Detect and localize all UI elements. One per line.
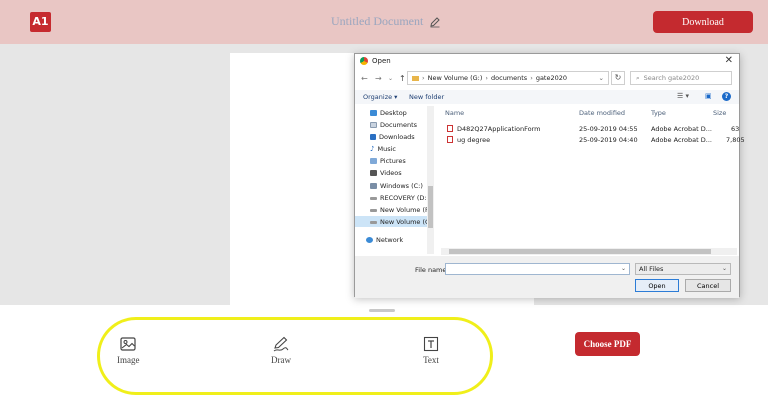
download-button[interactable]: Download <box>653 11 753 33</box>
nav-item-music[interactable]: ♪ Music <box>370 145 396 153</box>
chrome-icon <box>360 57 368 65</box>
file-list-horizontal-scrollbar[interactable] <box>441 248 737 255</box>
nav-item-downloads[interactable]: Downloads <box>370 133 415 141</box>
nav-item-network[interactable]: Network <box>366 236 403 244</box>
cancel-button[interactable]: Cancel <box>685 279 731 292</box>
file-list: Name Date modified Type Size D482Q27Appl… <box>439 106 745 256</box>
file-name: ug degree <box>457 136 491 144</box>
new-folder-button[interactable]: New folder <box>409 93 444 101</box>
open-button[interactable]: Open <box>635 279 679 292</box>
file-type: Adobe Acrobat D... <box>651 136 712 144</box>
address-bar[interactable]: › New Volume (G:) › documents › gate2020… <box>407 71 609 85</box>
file-size: 7,805 <box>726 136 745 144</box>
panel-drag-handle[interactable] <box>369 309 395 312</box>
up-arrow-icon[interactable]: ↑ <box>399 74 406 83</box>
file-size: 63 <box>731 125 740 133</box>
file-row[interactable]: D482Q27ApplicationForm 25-09-2019 04:55 … <box>439 124 739 135</box>
column-header-name[interactable]: Name <box>445 109 464 117</box>
breadcrumb-gate2020[interactable]: gate2020 <box>536 74 567 82</box>
breadcrumb-documents[interactable]: documents <box>491 74 527 82</box>
preview-pane-icon[interactable]: ▣ <box>705 92 712 100</box>
refresh-icon[interactable]: ↻ <box>611 71 625 85</box>
music-icon: ♪ <box>370 145 375 153</box>
recent-chevron-icon[interactable]: ⌄ <box>388 75 393 82</box>
chevron-down-icon[interactable]: ⌄ <box>621 265 626 272</box>
search-input[interactable]: ⌕ Search gate2020 <box>630 71 732 85</box>
nav-item-new-volume-f[interactable]: New Volume (F:) <box>370 206 433 214</box>
forward-arrow-icon[interactable]: → <box>375 74 382 83</box>
chevron-down-icon[interactable]: ⌄ <box>722 265 727 272</box>
help-icon[interactable]: ? <box>722 92 731 101</box>
nav-item-new-volume-g[interactable]: New Volume (G: <box>370 218 432 226</box>
drive-icon <box>370 208 377 212</box>
file-name-input[interactable]: ⌄ <box>445 263 630 275</box>
documents-icon <box>370 122 377 128</box>
choose-pdf-button[interactable]: Choose PDF <box>575 332 640 356</box>
file-row[interactable]: ug degree 25-09-2019 04:40 Adobe Acrobat… <box>439 135 745 146</box>
search-placeholder: Search gate2020 <box>643 74 700 82</box>
search-icon: ⌕ <box>636 73 640 82</box>
nav-item-desktop[interactable]: Desktop <box>370 109 407 117</box>
scrollbar-thumb[interactable] <box>428 186 433 228</box>
scrollbar-thumb[interactable] <box>449 249 711 254</box>
nav-item-windows-c[interactable]: Windows (C:) <box>370 182 423 190</box>
document-title[interactable]: Untitled Document <box>331 14 423 29</box>
navigation-pane: Desktop Documents Downloads ♪ Music Pict… <box>355 106 435 254</box>
column-header-date[interactable]: Date modified <box>579 109 625 117</box>
organize-menu[interactable]: Organize ▾ <box>363 93 397 101</box>
nav-item-documents[interactable]: Documents <box>370 121 417 129</box>
file-name-label: File name: <box>415 266 449 274</box>
videos-icon <box>370 170 377 176</box>
file-name: D482Q27ApplicationForm <box>457 125 541 133</box>
back-arrow-icon[interactable]: ← <box>361 74 368 83</box>
column-header-type[interactable]: Type <box>651 109 666 117</box>
dialog-footer: File name: ⌄ All Files ⌄ Open Cancel <box>355 256 739 298</box>
navigation-scrollbar[interactable] <box>427 106 434 254</box>
file-type-filter-value: All Files <box>639 265 664 273</box>
breadcrumb-drive[interactable]: New Volume (G:) <box>428 74 483 82</box>
drive-icon <box>370 220 377 224</box>
column-header-size[interactable]: Size <box>713 109 726 117</box>
pdf-file-icon <box>447 136 453 143</box>
dialog-navigation-bar: ← → ⌄ ↑ › New Volume (G:) › documents › … <box>355 71 739 87</box>
pictures-icon <box>370 158 377 164</box>
nav-item-pictures[interactable]: Pictures <box>370 157 406 165</box>
edit-pencil-icon[interactable] <box>429 16 441 28</box>
tools-panel: Image Draw Text Choose PDF <box>0 305 768 402</box>
app-header: A1 Untitled Document Download <box>0 0 768 44</box>
drive-icon <box>370 183 377 189</box>
file-date: 25-09-2019 04:40 <box>579 136 638 144</box>
nav-item-recovery-d[interactable]: RECOVERY (D:) <box>370 194 429 202</box>
file-date: 25-09-2019 04:55 <box>579 125 638 133</box>
open-file-dialog: Open ✕ ← → ⌄ ↑ › New Volume (G:) › docum… <box>354 53 745 298</box>
app-logo[interactable]: A1 <box>30 12 51 32</box>
dialog-toolbar: Organize ▾ New folder ☰ ▾ ▣ ? <box>355 90 739 104</box>
drive-icon <box>370 196 377 200</box>
nav-item-videos[interactable]: Videos <box>370 169 402 177</box>
address-dropdown-icon[interactable]: ⌄ <box>599 74 604 82</box>
view-options-icon[interactable]: ☰ ▾ <box>677 92 689 100</box>
downloads-icon <box>370 134 376 140</box>
network-icon <box>366 237 373 243</box>
desktop-icon <box>370 110 377 116</box>
dialog-title: Open <box>372 57 391 65</box>
tools-highlight-annotation <box>97 317 493 395</box>
pdf-file-icon <box>447 125 453 132</box>
close-icon[interactable]: ✕ <box>725 55 733 66</box>
file-type-filter-select[interactable]: All Files ⌄ <box>635 263 731 275</box>
dialog-titlebar[interactable]: Open ✕ <box>355 54 739 68</box>
folder-icon <box>412 75 419 81</box>
file-type: Adobe Acrobat D... <box>651 125 712 133</box>
document-title-area[interactable]: Untitled Document <box>331 14 441 29</box>
